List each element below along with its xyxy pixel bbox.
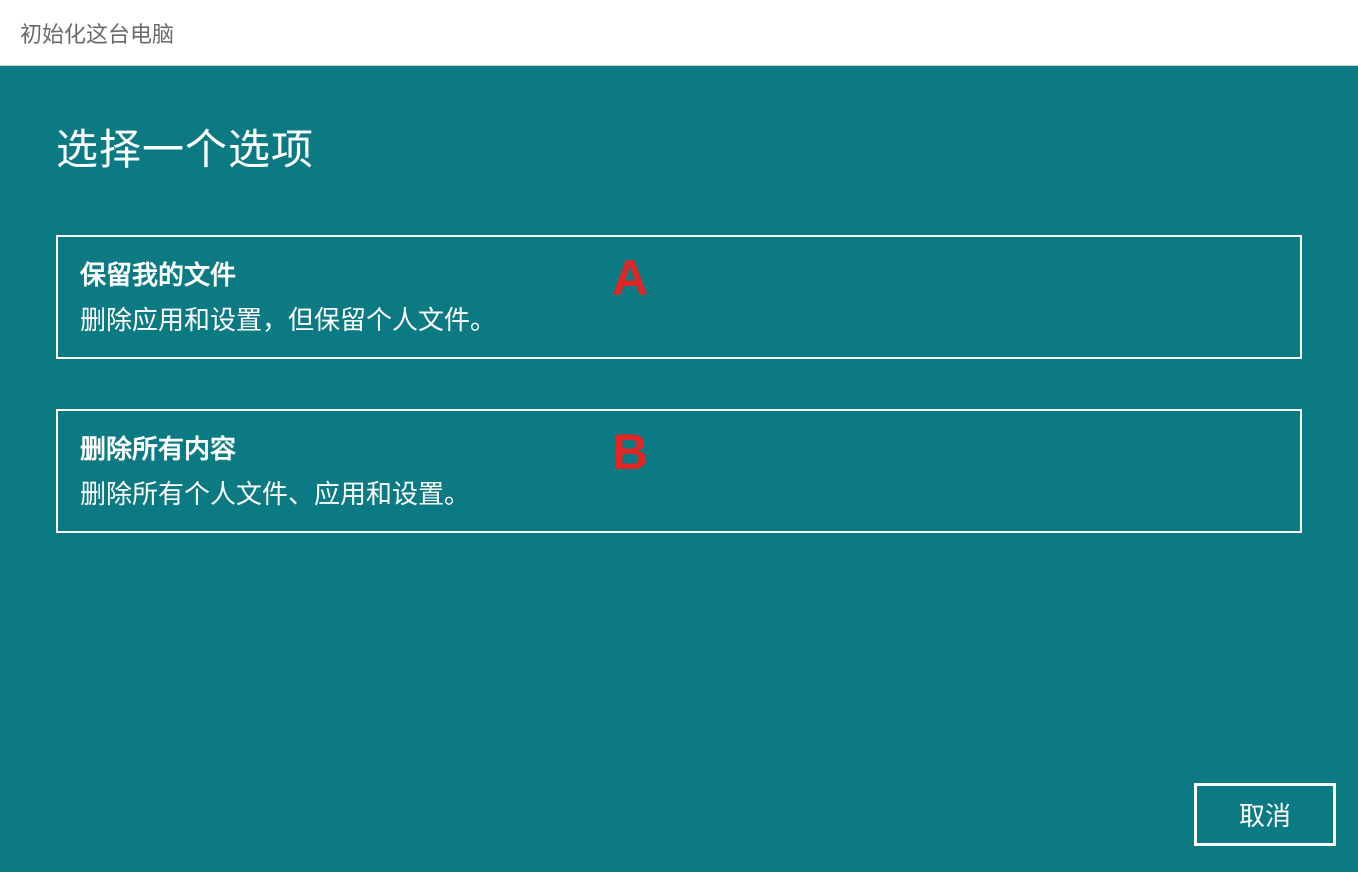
cancel-button[interactable]: 取消 — [1194, 783, 1336, 846]
option-keep-files-description: 删除应用和设置，但保留个人文件。 — [80, 300, 1278, 337]
titlebar: 初始化这台电脑 — [0, 0, 1358, 66]
option-remove-everything-description: 删除所有个人文件、应用和设置。 — [80, 474, 1278, 511]
main-panel: 选择一个选项 保留我的文件 删除应用和设置，但保留个人文件。 A 删除所有内容 … — [0, 66, 1358, 872]
option-remove-everything[interactable]: 删除所有内容 删除所有个人文件、应用和设置。 B — [56, 409, 1302, 533]
footer: 取消 — [1194, 783, 1336, 846]
option-keep-files[interactable]: 保留我的文件 删除应用和设置，但保留个人文件。 A — [56, 235, 1302, 359]
option-remove-everything-title: 删除所有内容 — [80, 429, 1278, 466]
option-keep-files-title: 保留我的文件 — [80, 255, 1278, 292]
window-title: 初始化这台电脑 — [20, 17, 174, 49]
page-heading: 选择一个选项 — [56, 116, 1302, 177]
